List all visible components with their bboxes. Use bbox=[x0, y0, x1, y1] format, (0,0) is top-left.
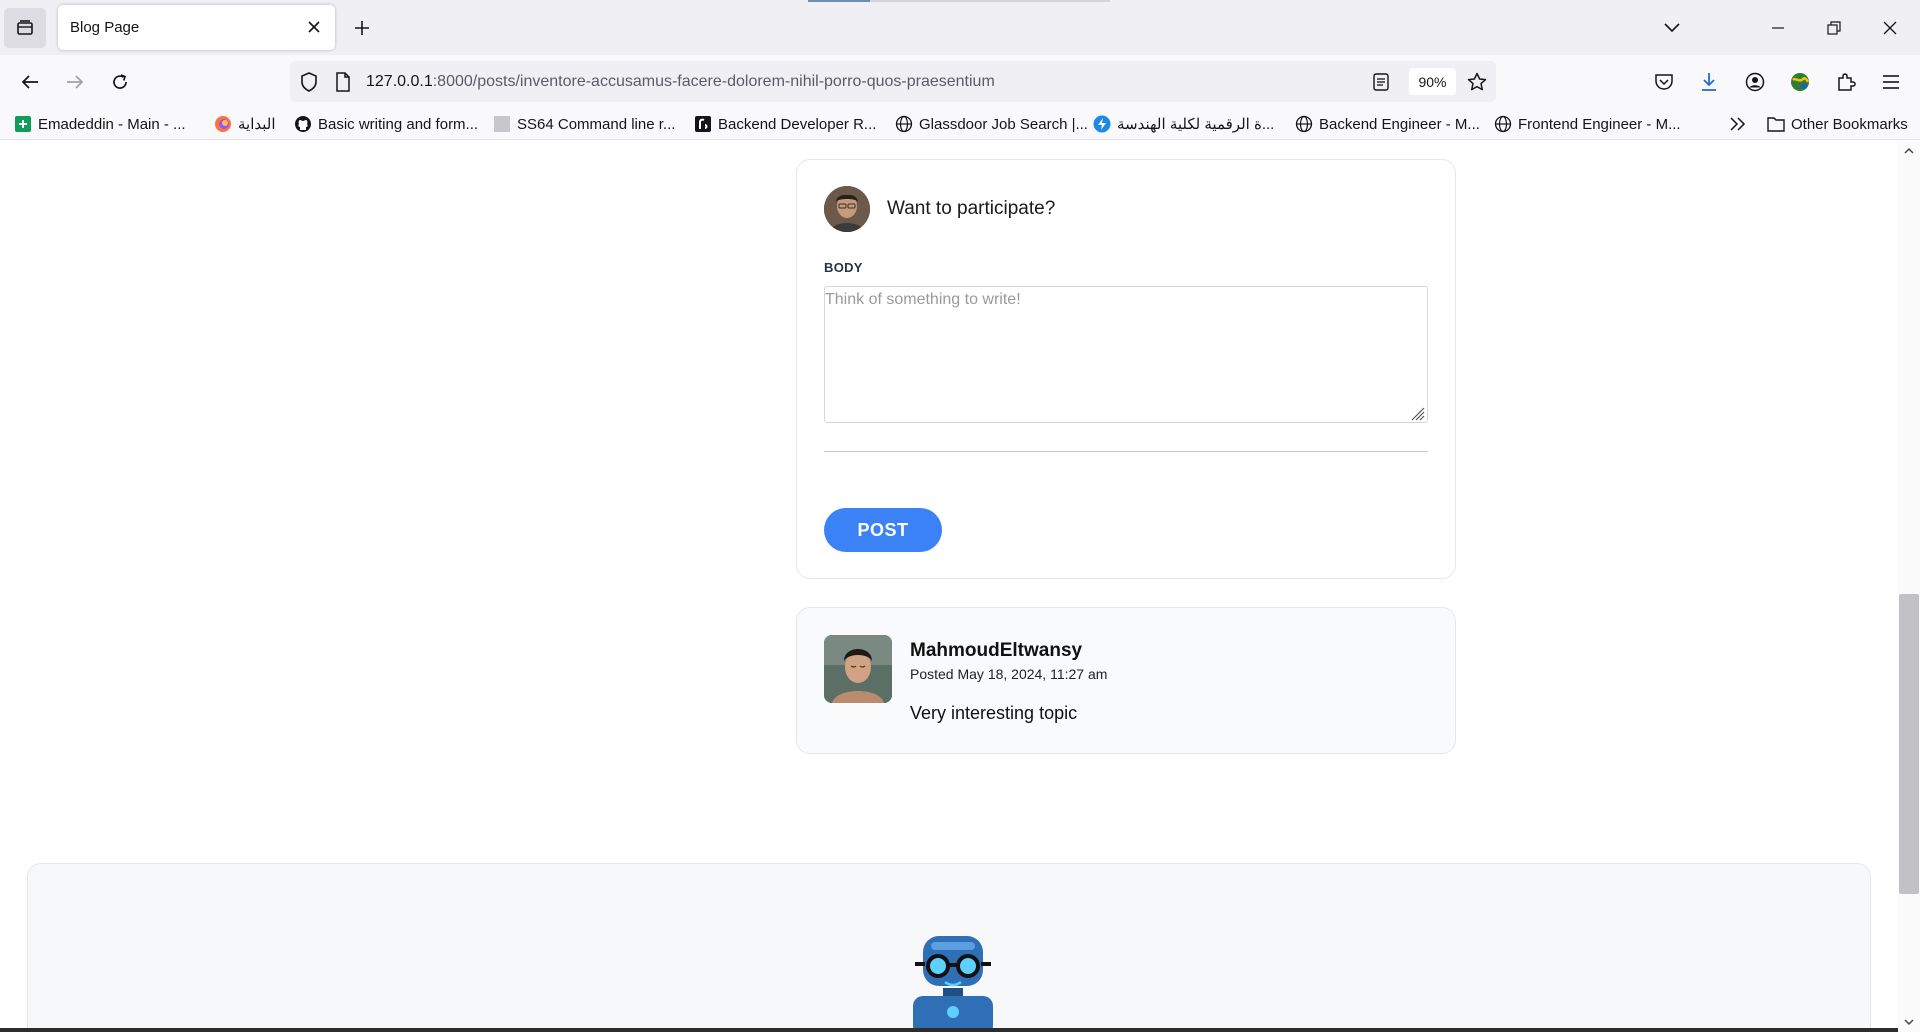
tracking-protection-shield-icon[interactable] bbox=[298, 71, 320, 93]
restore-button[interactable] bbox=[1818, 12, 1850, 44]
resize-grip-icon[interactable] bbox=[1409, 405, 1425, 421]
other-bookmarks-folder[interactable]: Other Bookmarks bbox=[1767, 113, 1908, 135]
robot-mascot-icon bbox=[913, 936, 993, 1032]
post-comment-button[interactable]: POST bbox=[824, 508, 942, 552]
comment-form-card: Want to participate? BODY POST bbox=[796, 159, 1456, 579]
zoom-level-badge[interactable]: 90% bbox=[1409, 68, 1456, 95]
plus-icon bbox=[355, 21, 369, 35]
comment-body: Very interesting topic bbox=[910, 703, 1078, 723]
menu-hamburger-icon[interactable] bbox=[1876, 67, 1906, 97]
arrow-left-icon bbox=[21, 75, 38, 89]
restore-icon bbox=[1827, 21, 1841, 35]
current-user-avatar bbox=[824, 186, 870, 232]
bookmark-label: Backend Developer R... bbox=[718, 115, 877, 133]
vpn-extension-icon[interactable] bbox=[1785, 67, 1815, 97]
close-window-button[interactable] bbox=[1874, 12, 1906, 44]
reader-view-icon[interactable] bbox=[1370, 71, 1392, 93]
bookmark-item[interactable]: Basic writing and form... bbox=[294, 113, 478, 135]
tab-title: Blog Page bbox=[70, 19, 140, 36]
roadmap-icon bbox=[694, 115, 712, 133]
folder-icon bbox=[1767, 115, 1785, 133]
bookmark-label: Glassdoor Job Search |... bbox=[919, 115, 1088, 133]
comment-body-textarea[interactable] bbox=[824, 286, 1428, 423]
scrollbar-thumb[interactable] bbox=[1899, 594, 1919, 894]
bookmark-label: Frontend Engineer - M... bbox=[1518, 115, 1681, 133]
sheets-icon bbox=[14, 115, 32, 133]
bookmark-label: SS64 Command line r... bbox=[517, 115, 676, 133]
reload-icon bbox=[113, 74, 127, 89]
bookmark-label: Emadeddin - Main - ... bbox=[38, 115, 186, 133]
tab-loading-indicator bbox=[808, 0, 870, 2]
github-icon bbox=[294, 115, 312, 133]
bookmark-item[interactable]: ة الرقمية لكلية الهندسة... bbox=[1093, 113, 1274, 135]
back-button[interactable] bbox=[15, 67, 45, 97]
minimize-button[interactable] bbox=[1762, 12, 1794, 44]
page-viewport: Want to participate? BODY POST MahmoudEl… bbox=[0, 141, 1898, 1032]
bookmarks-toolbar: Emadeddin - Main - ... البداية Basic wri… bbox=[0, 108, 1920, 140]
url-host: 127.0.0.1 bbox=[366, 73, 433, 90]
tab-strip: Blog Page bbox=[0, 0, 1920, 55]
bookmark-item[interactable]: SS64 Command line r... bbox=[493, 113, 675, 135]
chevron-down-icon bbox=[1664, 23, 1680, 33]
pocket-icon[interactable] bbox=[1649, 67, 1679, 97]
page-scrollbar[interactable] bbox=[1898, 141, 1920, 1032]
scroll-up-arrow-icon[interactable] bbox=[1903, 145, 1915, 157]
bookmarks-overflow-button[interactable] bbox=[1729, 113, 1753, 135]
bookmark-label: Basic writing and form... bbox=[318, 115, 479, 133]
list-all-tabs-button[interactable] bbox=[1660, 16, 1684, 40]
bookmark-item[interactable]: Emadeddin - Main - ... bbox=[14, 113, 186, 135]
comment-author-avatar bbox=[824, 635, 892, 703]
taskbar-edge bbox=[0, 1028, 1898, 1032]
reload-button[interactable] bbox=[105, 67, 135, 97]
account-icon[interactable] bbox=[1740, 67, 1770, 97]
globe-icon bbox=[1494, 115, 1512, 133]
form-divider bbox=[824, 451, 1428, 452]
close-icon bbox=[308, 21, 320, 33]
footer-section bbox=[27, 863, 1871, 1032]
bookmark-label: ة الرقمية لكلية الهندسة... bbox=[1117, 116, 1275, 133]
participate-prompt: Want to participate? bbox=[887, 198, 1056, 219]
address-bar[interactable]: 127.0.0.1:8000/posts/inventore-accusamus… bbox=[290, 61, 1496, 102]
bookmark-label: Backend Engineer - M... bbox=[1319, 115, 1480, 133]
url-path: :8000/posts/inventore-accusamus-facere-d… bbox=[432, 73, 995, 90]
downloads-icon[interactable] bbox=[1694, 67, 1724, 97]
tab-list-icon bbox=[17, 20, 33, 35]
arrow-right-icon bbox=[67, 75, 84, 89]
globe-icon bbox=[1295, 115, 1313, 133]
tab-close-button[interactable] bbox=[303, 16, 325, 38]
bookmark-item[interactable]: البداية bbox=[214, 113, 276, 135]
firefox-icon bbox=[214, 115, 232, 133]
url-text[interactable]: 127.0.0.1:8000/posts/inventore-accusamus… bbox=[366, 73, 995, 91]
tab-list-button[interactable] bbox=[4, 8, 46, 48]
bolt-icon bbox=[1093, 115, 1111, 133]
bookmark-label: Other Bookmarks bbox=[1791, 115, 1908, 133]
comment-timestamp: Posted May 18, 2024, 11:27 am bbox=[910, 666, 1108, 682]
close-icon bbox=[1883, 21, 1897, 35]
chevron-double-right-icon bbox=[1729, 115, 1747, 133]
bookmark-label: البداية bbox=[238, 116, 276, 133]
page-info-icon[interactable] bbox=[332, 71, 354, 93]
tab-blog-page[interactable]: Blog Page bbox=[58, 5, 335, 50]
tab-loading-track bbox=[870, 0, 1110, 2]
minimize-icon bbox=[1772, 27, 1784, 29]
bookmark-item[interactable]: Backend Developer R... bbox=[694, 113, 876, 135]
bookmark-star-icon[interactable] bbox=[1466, 71, 1488, 93]
forward-button[interactable] bbox=[60, 67, 90, 97]
scroll-down-arrow-icon[interactable] bbox=[1903, 1016, 1915, 1028]
bookmark-item[interactable]: Backend Engineer - M... bbox=[1295, 113, 1480, 135]
comment-card: MahmoudEltwansy Posted May 18, 2024, 11:… bbox=[796, 607, 1456, 754]
navigation-toolbar: 127.0.0.1:8000/posts/inventore-accusamus… bbox=[0, 55, 1920, 108]
body-field-label: BODY bbox=[824, 260, 863, 275]
new-tab-button[interactable] bbox=[348, 14, 376, 42]
globe-icon bbox=[895, 115, 913, 133]
page-icon bbox=[493, 115, 511, 133]
bookmark-item[interactable]: Frontend Engineer - M... bbox=[1494, 113, 1681, 135]
bookmark-item[interactable]: Glassdoor Job Search |... bbox=[895, 113, 1088, 135]
comment-author[interactable]: MahmoudEltwansy bbox=[910, 640, 1082, 662]
extensions-puzzle-icon[interactable] bbox=[1831, 67, 1861, 97]
